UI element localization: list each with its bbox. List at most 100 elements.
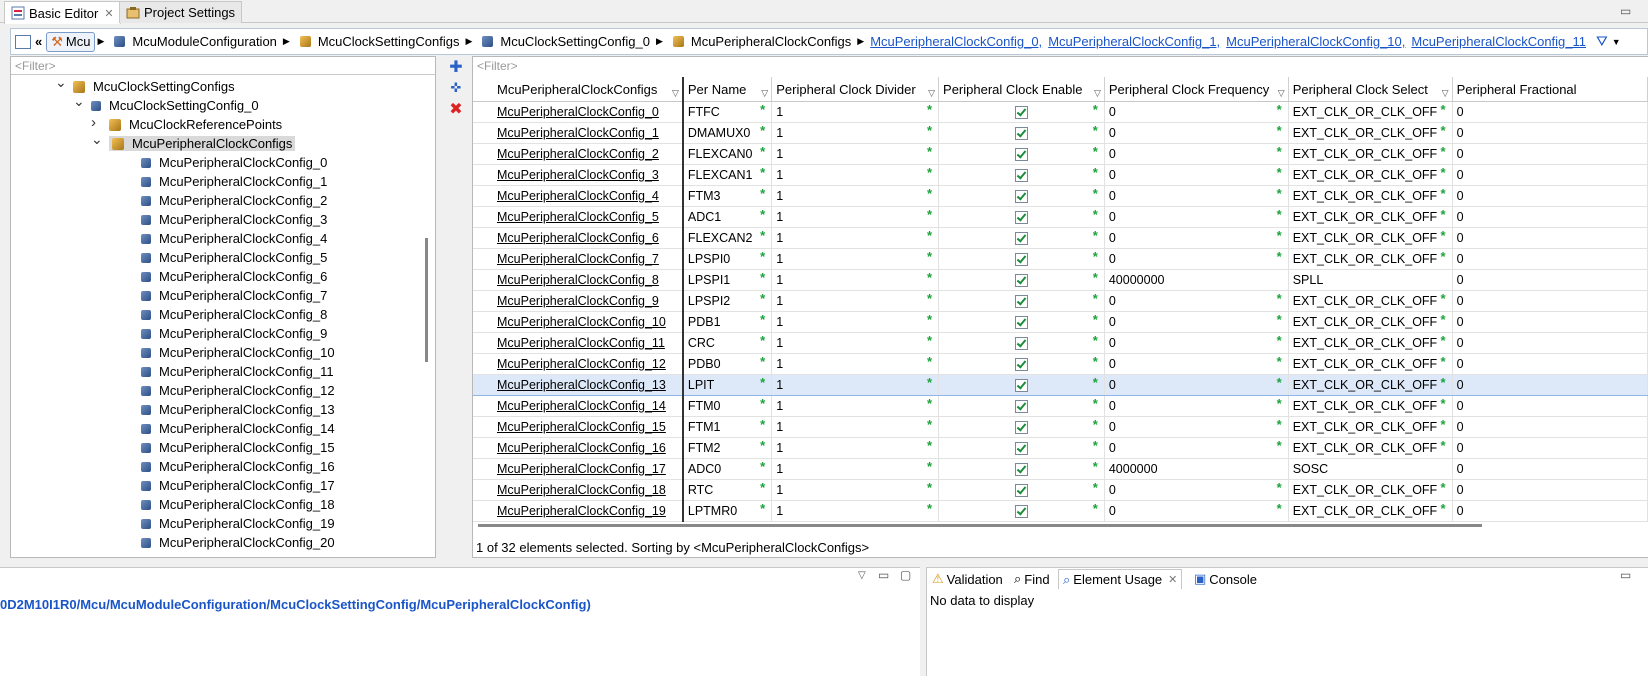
table-row[interactable]: McuPeripheralClockConfig_13 LPIT * 1 * * 0 * EXT… <box>473 374 1648 396</box>
table-cell-div[interactable]: 1 * <box>771 269 940 291</box>
filter-icon[interactable]: ⛛ <box>1596 33 1608 50</box>
table-cell-div[interactable]: 1 * <box>771 437 940 459</box>
table-cell-sel[interactable]: EXT_CLK_OR_CLK_OFF * <box>1288 479 1453 501</box>
tab-element-usage[interactable]: ⌕ Element Usage ✕ <box>1058 569 1183 589</box>
tree-node[interactable]: McuPeripheralClockConfig_4 <box>11 229 421 248</box>
table-cell-name[interactable]: McuPeripheralClockConfig_9 <box>473 290 684 312</box>
checkbox-checked-icon[interactable] <box>1014 483 1028 497</box>
breadcrumb-item[interactable]: McuClockSettingConfig_0 <box>478 34 654 49</box>
tree-node[interactable]: McuPeripheralClockConfig_6 <box>11 267 421 286</box>
table-row[interactable]: McuPeripheralClockConfig_17 ADC0 * 1 * * 40000… <box>473 458 1648 480</box>
checkbox-checked-icon[interactable] <box>1014 378 1028 392</box>
table-row[interactable]: McuPeripheralClockConfig_7 LPSPI0 * 1 * * 0 * EX… <box>473 248 1648 270</box>
table-cell-div[interactable]: 1 * <box>771 374 940 396</box>
checkbox-checked-icon[interactable] <box>1014 147 1028 161</box>
table-cell-name[interactable]: McuPeripheralClockConfig_12 <box>473 353 684 375</box>
breadcrumb-link[interactable]: McuPeripheralClockConfig_1, <box>1048 34 1220 49</box>
table-cell-per[interactable]: LPSPI2 * <box>682 290 773 312</box>
table-cell-enable[interactable]: * <box>938 332 1105 354</box>
minimize-icon[interactable]: ▭ <box>878 568 889 582</box>
table-cell-enable[interactable]: * <box>938 437 1105 459</box>
table-cell-div[interactable]: 1 * <box>771 101 940 123</box>
table-cell-frac[interactable]: 0 <box>1452 185 1648 207</box>
table-row[interactable]: McuPeripheralClockConfig_14 FTM0 * 1 * * 0 * EXT… <box>473 395 1648 417</box>
chevron-right-icon[interactable]: ▶ <box>656 36 663 47</box>
maximize-icon[interactable]: ▢ <box>900 568 911 582</box>
tab-find[interactable]: ⌕ Find <box>1010 569 1054 589</box>
table-cell-sel[interactable]: EXT_CLK_OR_CLK_OFF * <box>1288 332 1453 354</box>
chevron-right-icon[interactable]: ▶ <box>283 36 290 47</box>
table-cell-name[interactable]: McuPeripheralClockConfig_0 <box>473 101 684 123</box>
delete-icon[interactable]: ✖ <box>448 102 464 118</box>
table-cell-freq[interactable]: 0 * <box>1104 500 1289 522</box>
minimize-icon[interactable]: ▭ <box>1620 568 1631 582</box>
table-cell-name[interactable]: McuPeripheralClockConfig_17 <box>473 458 684 480</box>
table-cell-freq[interactable]: 0 * <box>1104 101 1289 123</box>
column-header[interactable]: Peripheral Clock Divider ▽ <box>771 77 940 102</box>
table-cell-name[interactable]: McuPeripheralClockConfig_13 <box>473 374 684 396</box>
table-cell-freq[interactable]: 40000000 <box>1104 269 1289 291</box>
table-cell-frac[interactable]: 0 <box>1452 353 1648 375</box>
table-row[interactable]: McuPeripheralClockConfig_11 CRC * 1 * * 0 * EXT_… <box>473 332 1648 354</box>
checkbox-checked-icon[interactable] <box>1014 210 1028 224</box>
table-cell-sel[interactable]: EXT_CLK_OR_CLK_OFF * <box>1288 143 1453 165</box>
checkbox-checked-icon[interactable] <box>1014 399 1028 413</box>
table-cell-name[interactable]: McuPeripheralClockConfig_8 <box>473 269 684 291</box>
breadcrumb-item[interactable]: McuModuleConfiguration <box>110 34 281 49</box>
table-cell-sel[interactable]: EXT_CLK_OR_CLK_OFF * <box>1288 353 1453 375</box>
column-filter-icon[interactable]: ▽ <box>1278 88 1285 99</box>
table-cell-frac[interactable]: 0 <box>1452 122 1648 144</box>
breadcrumb-item[interactable]: McuClockSettingConfigs <box>296 34 464 49</box>
table-cell-enable[interactable]: * <box>938 185 1105 207</box>
tree-node[interactable]: McuPeripheralClockConfig_17 <box>11 476 421 495</box>
table-row[interactable]: McuPeripheralClockConfig_9 LPSPI2 * 1 * * 0 * EX… <box>473 290 1648 312</box>
table-cell-per[interactable]: FLEXCAN1 * <box>682 164 773 186</box>
table-cell-name[interactable]: McuPeripheralClockConfig_4 <box>473 185 684 207</box>
table-cell-freq[interactable]: 0 * <box>1104 164 1289 186</box>
table-cell-per[interactable]: LPSPI1 * <box>682 269 773 291</box>
table-cell-frac[interactable]: 0 <box>1452 227 1648 249</box>
table-cell-frac[interactable]: 0 <box>1452 500 1648 522</box>
column-header[interactable]: Per Name ▽ <box>682 77 773 102</box>
tree-node[interactable]: McuPeripheralClockConfig_9 <box>11 324 421 343</box>
checkbox-checked-icon[interactable] <box>1014 357 1028 371</box>
table-cell-per[interactable]: FTM0 * <box>682 395 773 417</box>
table-cell-enable[interactable]: * <box>938 227 1105 249</box>
tree-node[interactable]: McuPeripheralClockConfig_7 <box>11 286 421 305</box>
table-row[interactable]: McuPeripheralClockConfig_4 FTM3 * 1 * * 0 * EXT_… <box>473 185 1648 207</box>
table-cell-name[interactable]: McuPeripheralClockConfig_2 <box>473 143 684 165</box>
table-cell-enable[interactable]: * <box>938 164 1105 186</box>
column-header[interactable]: McuPeripheralClockConfigs ▽ <box>473 77 684 102</box>
checkbox-checked-icon[interactable] <box>1014 273 1028 287</box>
table-cell-frac[interactable]: 0 <box>1452 395 1648 417</box>
checkbox-checked-icon[interactable] <box>1014 504 1028 518</box>
table-cell-freq[interactable]: 0 * <box>1104 311 1289 333</box>
breadcrumb-link[interactable]: McuPeripheralClockConfig_11 <box>1411 34 1586 49</box>
table-cell-per[interactable]: PDB0 * <box>682 353 773 375</box>
table-row[interactable]: McuPeripheralClockConfig_1 DMAMUX0 * 1 * * 0 * E… <box>473 122 1648 144</box>
column-header[interactable]: Peripheral Clock Select ▽ <box>1288 77 1453 102</box>
column-header[interactable]: Peripheral Clock Frequency ▽ <box>1104 77 1289 102</box>
breadcrumb-link[interactable]: McuPeripheralClockConfig_0, <box>870 34 1042 49</box>
tree-node[interactable]: McuPeripheralClockConfig_19 <box>11 514 421 533</box>
outline-icon[interactable] <box>15 34 31 49</box>
table-cell-per[interactable]: FTFC * <box>682 101 773 123</box>
minimize-icon[interactable]: ▭ <box>1620 4 1631 18</box>
table-cell-freq[interactable]: 0 * <box>1104 395 1289 417</box>
table-cell-name[interactable]: McuPeripheralClockConfig_3 <box>473 164 684 186</box>
table-cell-per[interactable]: PDB1 * <box>682 311 773 333</box>
table-cell-name[interactable]: McuPeripheralClockConfig_15 <box>473 416 684 438</box>
table-row[interactable]: McuPeripheralClockConfig_16 FTM2 * 1 * * 0 * EXT… <box>473 437 1648 459</box>
table-cell-sel[interactable]: EXT_CLK_OR_CLK_OFF * <box>1288 227 1453 249</box>
table-row[interactable]: McuPeripheralClockConfig_0 FTFC * 1 * * 0 * EXT_… <box>473 101 1648 123</box>
tab-console[interactable]: ▣ Console <box>1190 569 1261 589</box>
table-cell-frac[interactable]: 0 <box>1452 458 1648 480</box>
table-filter-input[interactable]: <Filter> <box>473 57 1648 75</box>
column-filter-icon[interactable]: ▽ <box>1442 88 1449 99</box>
column-header[interactable]: Peripheral Clock Enable ▽ <box>938 77 1105 102</box>
table-cell-enable[interactable]: * <box>938 269 1105 291</box>
table-cell-name[interactable]: McuPeripheralClockConfig_10 <box>473 311 684 333</box>
table-cell-freq[interactable]: 0 * <box>1104 479 1289 501</box>
table-cell-freq[interactable]: 0 * <box>1104 416 1289 438</box>
tree-node[interactable]: McuPeripheralClockConfig_1 <box>11 172 421 191</box>
